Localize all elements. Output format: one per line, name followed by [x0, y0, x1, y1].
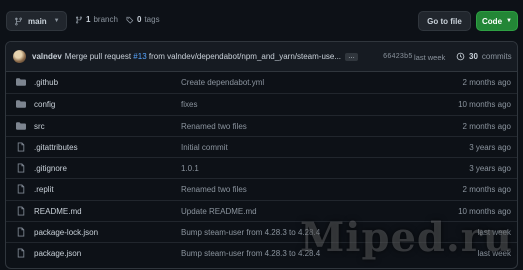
folder-icon — [16, 121, 26, 131]
chevron-down-icon: ▼ — [53, 18, 60, 24]
commits-label: commits — [481, 52, 512, 61]
tag-icon — [126, 16, 134, 24]
file-commit-age: last week — [477, 228, 511, 238]
file-commit-age: 3 years ago — [469, 164, 511, 174]
repo-toolbar: main ▼ 1 branch 0 tags Go to file Code ▼ — [0, 0, 523, 40]
folder-icon — [16, 77, 26, 87]
file-commit-age: 2 months ago — [462, 185, 511, 195]
file-row[interactable]: package-lock.json Bump steam-user from 4.… — [6, 221, 517, 242]
file-row[interactable]: package.json Bump steam-user from 4.28.3 … — [6, 242, 517, 263]
chevron-down-icon: ▼ — [506, 18, 512, 24]
file-name-link[interactable]: package-lock.json — [34, 228, 98, 237]
tags-count: 0 — [137, 15, 142, 24]
file-name-link[interactable]: README.md — [34, 207, 82, 216]
branches-link[interactable]: 1 branch — [75, 15, 118, 24]
commit-author[interactable]: valndev — [32, 52, 62, 61]
folder-icon — [16, 99, 26, 109]
commit-message-suffix: from valndev/dependabot/npm_and_yarn/ste… — [148, 52, 342, 61]
expand-commit-message-button[interactable]: … — [345, 52, 359, 61]
file-commit-age: 10 months ago — [458, 206, 511, 216]
file-row[interactable]: .gitattributes Initial commit 3 years ago — [6, 135, 517, 157]
file-commit-age: last week — [477, 249, 511, 259]
file-row[interactable]: config fixes 10 months ago — [6, 93, 517, 114]
file-name-link[interactable]: package.json — [34, 249, 81, 258]
branches-label: branch — [93, 15, 118, 24]
file-name-link[interactable]: .gitattributes — [34, 143, 78, 152]
latest-commit-bar: valndev Merge pull request #13 from valn… — [6, 42, 517, 72]
go-to-file-button[interactable]: Go to file — [418, 11, 471, 31]
tags-label: tags — [144, 15, 160, 24]
branch-name: main — [28, 16, 47, 26]
branch-select-button[interactable]: main ▼ — [6, 11, 67, 31]
file-row[interactable]: .github Create dependabot.yml 2 months ago — [6, 72, 517, 93]
file-row[interactable]: README.md Update README.md 10 months ago — [6, 199, 517, 221]
file-commit-message-link[interactable]: Renamed two files — [181, 122, 247, 131]
file-commit-message-link[interactable]: 1.0.1 — [181, 164, 199, 173]
file-commit-message-link[interactable]: Bump steam-user from 4.28.3 to 4.28.4 — [181, 228, 320, 237]
commit-time: last week — [414, 53, 446, 62]
code-label: Code — [482, 16, 503, 26]
git-branch-icon — [15, 17, 22, 25]
file-row[interactable]: .gitignore 1.0.1 3 years ago — [6, 157, 517, 178]
file-commit-message-link[interactable]: Initial commit — [181, 143, 228, 152]
commit-message[interactable]: Merge pull request #13 from valndev/depe… — [65, 52, 341, 61]
commit-message-prefix: Merge pull request — [64, 52, 132, 61]
file-commit-age: 2 months ago — [462, 78, 511, 87]
file-icon — [16, 227, 26, 237]
code-button[interactable]: Code ▼ — [476, 11, 518, 31]
file-row[interactable]: .replit Renamed two files 2 months ago — [6, 178, 517, 199]
file-icon — [16, 142, 26, 152]
file-commit-age: 10 months ago — [458, 100, 511, 110]
file-row[interactable]: src Renamed two files 2 months ago — [6, 114, 517, 136]
commits-count: 30 — [469, 52, 478, 61]
git-branch-icon — [75, 16, 82, 24]
go-to-file-label: Go to file — [427, 16, 462, 26]
file-name-link[interactable]: .gitignore — [34, 164, 67, 173]
file-icon — [16, 248, 26, 258]
file-icon — [16, 163, 26, 173]
file-commit-message-link[interactable]: Create dependabot.yml — [181, 78, 264, 87]
file-commit-message-link[interactable]: Bump steam-user from 4.28.3 to 4.28.4 — [181, 249, 320, 258]
history-icon — [456, 52, 465, 61]
branches-count: 1 — [86, 15, 91, 24]
file-commit-message-link[interactable]: Renamed two files — [181, 185, 247, 194]
file-icon — [16, 184, 26, 194]
commits-history-link[interactable]: 30 commits — [456, 52, 512, 61]
avatar[interactable] — [13, 50, 26, 63]
file-browser: valndev Merge pull request #13 from valn… — [5, 41, 518, 269]
file-name-link[interactable]: src — [34, 122, 45, 131]
file-name-link[interactable]: config — [34, 100, 55, 109]
tags-link[interactable]: 0 tags — [126, 15, 160, 24]
pull-request-link[interactable]: #13 — [133, 52, 146, 61]
file-commit-message-link[interactable]: fixes — [181, 100, 197, 109]
file-commit-message-link[interactable]: Update README.md — [181, 207, 257, 216]
file-name-link[interactable]: .replit — [34, 185, 54, 194]
commit-sha[interactable]: 66423b5 — [383, 53, 412, 61]
file-icon — [16, 206, 26, 216]
file-name-link[interactable]: .github — [34, 78, 58, 87]
file-commit-age: 3 years ago — [469, 142, 511, 152]
file-commit-age: 2 months ago — [462, 121, 511, 131]
file-list: .github Create dependabot.yml 2 months ago… — [6, 72, 517, 264]
